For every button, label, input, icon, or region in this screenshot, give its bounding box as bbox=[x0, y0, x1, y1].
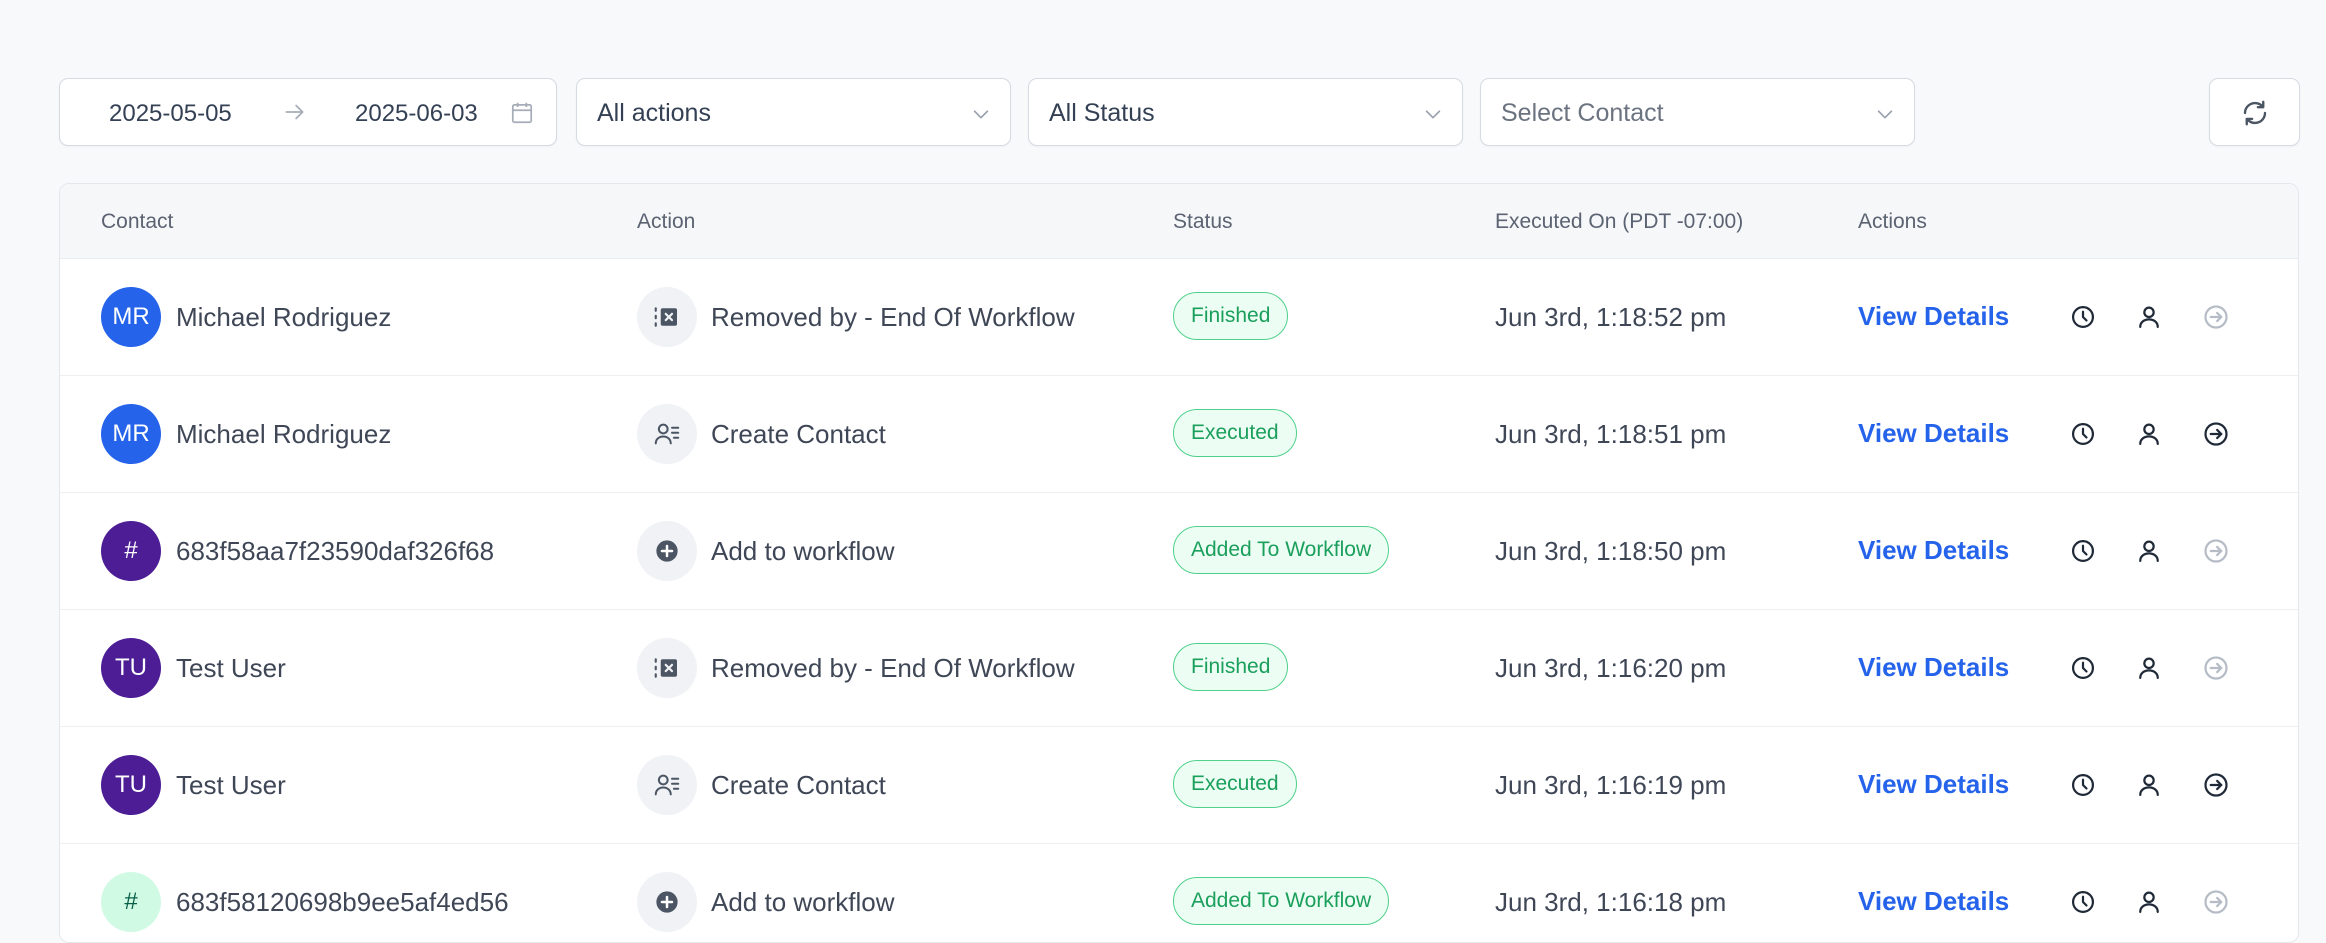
status-badge: Finished bbox=[1173, 292, 1289, 340]
avatar: TU bbox=[101, 638, 161, 698]
contact-name[interactable]: Michael Rodriguez bbox=[176, 419, 391, 450]
status-badge: Executed bbox=[1173, 409, 1297, 457]
refresh-icon bbox=[2243, 100, 2267, 126]
contact-filter-select[interactable]: Select Contact bbox=[1480, 78, 1915, 146]
executed-on: Jun 3rd, 1:16:18 pm bbox=[1495, 887, 1727, 917]
person-icon[interactable] bbox=[2132, 885, 2166, 919]
view-details-link[interactable]: View Details bbox=[1858, 418, 2009, 449]
status-badge: Added To Workflow bbox=[1173, 526, 1390, 574]
view-details-link[interactable]: View Details bbox=[1858, 301, 2009, 332]
exit-workflow-icon[interactable] bbox=[2199, 651, 2233, 685]
chevron-down-icon bbox=[1874, 103, 1896, 130]
action-label: Create Contact bbox=[711, 770, 886, 800]
history-icon[interactable] bbox=[2066, 417, 2100, 451]
executed-on: Jun 3rd, 1:16:20 pm bbox=[1495, 653, 1727, 683]
arrow-right-icon bbox=[282, 99, 308, 130]
avatar: # bbox=[101, 521, 161, 581]
header-status: Status bbox=[1173, 210, 1233, 233]
chevron-down-icon bbox=[970, 103, 992, 130]
executed-on: Jun 3rd, 1:16:19 pm bbox=[1495, 770, 1727, 800]
remove-from-workflow-icon bbox=[637, 287, 697, 347]
contact-name[interactable]: 683f58aa7f23590daf326f68 bbox=[176, 536, 494, 567]
action-label: Add to workflow bbox=[711, 887, 895, 917]
history-icon[interactable] bbox=[2066, 300, 2100, 334]
table-row: TU Test User Create Contact Executed Jun 3rd… bbox=[60, 727, 2298, 844]
avatar: TU bbox=[101, 755, 161, 815]
contact-name[interactable]: Test User bbox=[176, 653, 286, 684]
exit-workflow-icon[interactable] bbox=[2199, 417, 2233, 451]
action-label: Removed by - End Of Workflow bbox=[711, 653, 1075, 683]
date-to[interactable]: 2025-06-03 bbox=[355, 100, 478, 128]
action-filter-value: All actions bbox=[597, 99, 711, 127]
status-filter-select[interactable]: All Status bbox=[1028, 78, 1463, 146]
action-label: Removed by - End Of Workflow bbox=[711, 302, 1075, 332]
history-icon[interactable] bbox=[2066, 885, 2100, 919]
avatar: MR bbox=[101, 404, 161, 464]
header-executed-on: Executed On (PDT -07:00) bbox=[1495, 210, 1744, 233]
person-icon[interactable] bbox=[2132, 651, 2166, 685]
create-contact-icon bbox=[637, 755, 697, 815]
calendar-icon[interactable] bbox=[509, 100, 535, 131]
header-contact: Contact bbox=[101, 210, 174, 233]
filter-bar: 2025-05-05 2025-06-03 All actions All St… bbox=[59, 78, 2300, 148]
view-details-link[interactable]: View Details bbox=[1858, 652, 2009, 683]
table-row: TU Test User Removed by - End Of Workflow F… bbox=[60, 610, 2298, 727]
executed-on: Jun 3rd, 1:18:52 pm bbox=[1495, 302, 1727, 332]
create-contact-icon bbox=[637, 404, 697, 464]
executed-on: Jun 3rd, 1:18:50 pm bbox=[1495, 536, 1727, 566]
date-range-picker[interactable]: 2025-05-05 2025-06-03 bbox=[59, 78, 557, 146]
table-row: #683f58aa7f23590daf326f68 Add to workflow… bbox=[60, 493, 2298, 610]
date-from[interactable]: 2025-05-05 bbox=[109, 100, 232, 128]
chevron-down-icon bbox=[1422, 103, 1444, 130]
exit-workflow-icon[interactable] bbox=[2199, 300, 2233, 334]
status-badge: Finished bbox=[1173, 643, 1289, 691]
executed-on: Jun 3rd, 1:18:51 pm bbox=[1495, 419, 1727, 449]
exit-workflow-icon[interactable] bbox=[2199, 768, 2233, 802]
person-icon[interactable] bbox=[2132, 768, 2166, 802]
contact-filter-placeholder: Select Contact bbox=[1501, 99, 1664, 127]
exit-workflow-icon[interactable] bbox=[2199, 534, 2233, 568]
table-row: MR Michael Rodriguez Removed by - End Of W… bbox=[60, 259, 2298, 376]
history-icon[interactable] bbox=[2066, 651, 2100, 685]
status-badge: Executed bbox=[1173, 760, 1297, 808]
view-details-link[interactable]: View Details bbox=[1858, 769, 2009, 800]
avatar: # bbox=[101, 872, 161, 932]
add-circle-icon bbox=[637, 521, 697, 581]
execution-log-table: Contact Action Status Executed On (PDT -… bbox=[59, 183, 2299, 943]
contact-name[interactable]: Test User bbox=[176, 770, 286, 801]
action-label: Create Contact bbox=[711, 419, 886, 449]
person-icon[interactable] bbox=[2132, 300, 2166, 334]
refresh-button[interactable] bbox=[2209, 78, 2300, 146]
view-details-link[interactable]: View Details bbox=[1858, 535, 2009, 566]
history-icon[interactable] bbox=[2066, 768, 2100, 802]
table-row: MR Michael Rodriguez Create Contact Execute… bbox=[60, 376, 2298, 493]
view-details-link[interactable]: View Details bbox=[1858, 886, 2009, 917]
action-filter-select[interactable]: All actions bbox=[576, 78, 1011, 146]
header-actions: Actions bbox=[1858, 210, 1927, 233]
avatar: MR bbox=[101, 287, 161, 347]
table-row: #683f58120698b9ee5af4ed56 Add to workflow… bbox=[60, 844, 2298, 942]
contact-name[interactable]: 683f58120698b9ee5af4ed56 bbox=[176, 887, 509, 918]
person-icon[interactable] bbox=[2132, 417, 2166, 451]
add-circle-icon bbox=[637, 872, 697, 932]
status-filter-value: All Status bbox=[1049, 99, 1155, 127]
person-icon[interactable] bbox=[2132, 534, 2166, 568]
history-icon[interactable] bbox=[2066, 534, 2100, 568]
status-badge: Added To Workflow bbox=[1173, 877, 1390, 925]
contact-name[interactable]: Michael Rodriguez bbox=[176, 302, 391, 333]
action-label: Add to workflow bbox=[711, 536, 895, 566]
exit-workflow-icon[interactable] bbox=[2199, 885, 2233, 919]
header-action: Action bbox=[637, 210, 696, 233]
table-header: Contact Action Status Executed On (PDT -… bbox=[60, 184, 2298, 259]
remove-from-workflow-icon bbox=[637, 638, 697, 698]
